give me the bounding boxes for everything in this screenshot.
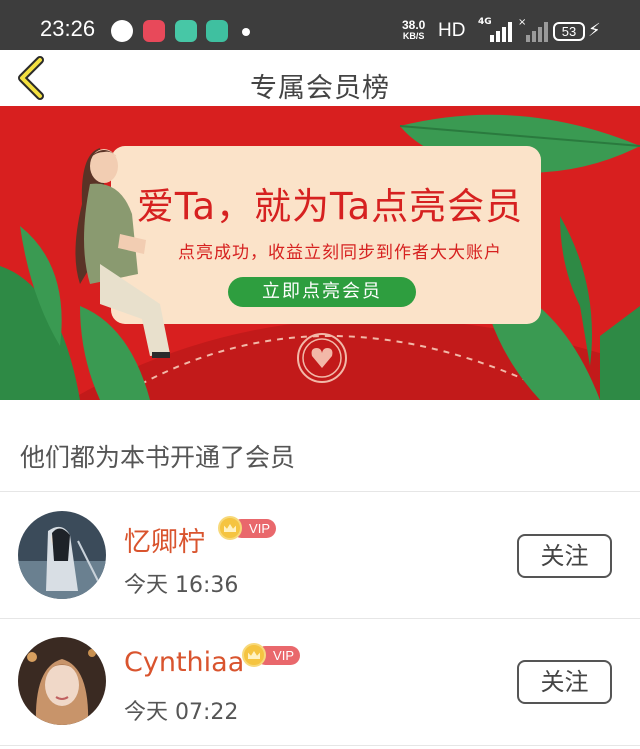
member-time: 今天 16:36 bbox=[124, 573, 239, 598]
charging-icon: ⚡ bbox=[588, 20, 601, 41]
network-speed-value: 38.0 bbox=[402, 18, 426, 32]
signal-icon-secondary bbox=[518, 22, 552, 42]
network-speed: 38.0 KB/S bbox=[402, 18, 426, 42]
avatar-image bbox=[18, 637, 106, 725]
avatar[interactable] bbox=[18, 637, 106, 725]
nav-bar: 专属会员榜 bbox=[0, 50, 640, 106]
member-name[interactable]: Cynthiaa bbox=[124, 647, 244, 678]
crown-icon bbox=[218, 516, 242, 540]
status-time: 23:26 bbox=[40, 16, 96, 41]
banner-subline: 点亮成功，收益立刻同步到作者大大账户 bbox=[178, 243, 502, 263]
battery-icon: 53 bbox=[553, 22, 585, 41]
network-speed-unit: KB/S bbox=[402, 31, 425, 41]
app-notification-icon bbox=[206, 20, 228, 42]
divider bbox=[0, 745, 640, 746]
signal-icon bbox=[478, 22, 512, 42]
app-notification-icon bbox=[175, 20, 197, 42]
avatar[interactable] bbox=[18, 511, 106, 599]
member-name[interactable]: 忆卿柠 bbox=[124, 520, 205, 559]
section-title: 他们都为本书开通了会员 bbox=[20, 443, 296, 472]
page-title: 专属会员榜 bbox=[250, 73, 390, 104]
vip-badge: VIP bbox=[218, 516, 276, 540]
more-notifications-icon bbox=[242, 28, 250, 36]
vip-badge: VIP bbox=[242, 643, 300, 667]
member-row: Cynthiaa VIP 今天 07:22 关注 bbox=[0, 619, 640, 745]
follow-button[interactable]: 关注 bbox=[517, 534, 612, 578]
app-notification-icon bbox=[111, 20, 133, 42]
member-row: 忆卿柠 VIP 今天 16:36 关注 bbox=[0, 492, 640, 618]
crown-icon bbox=[242, 643, 266, 667]
app-notification-icon bbox=[143, 20, 165, 42]
banner-headline: 爱Ta，就为Ta点亮会员 bbox=[136, 185, 524, 228]
status-bar: 23:26 38.0 KB/S HD 4G × 53 ⚡ bbox=[0, 0, 640, 50]
hd-indicator: HD bbox=[438, 20, 466, 41]
avatar-image bbox=[18, 511, 106, 599]
promo-banner[interactable]: 爱Ta，就为Ta点亮会员 点亮成功，收益立刻同步到作者大大账户 立即点亮会员 bbox=[0, 106, 640, 400]
follow-button[interactable]: 关注 bbox=[517, 660, 612, 704]
member-time: 今天 07:22 bbox=[124, 700, 239, 725]
light-up-membership-button[interactable]: 立即点亮会员 bbox=[228, 277, 416, 307]
